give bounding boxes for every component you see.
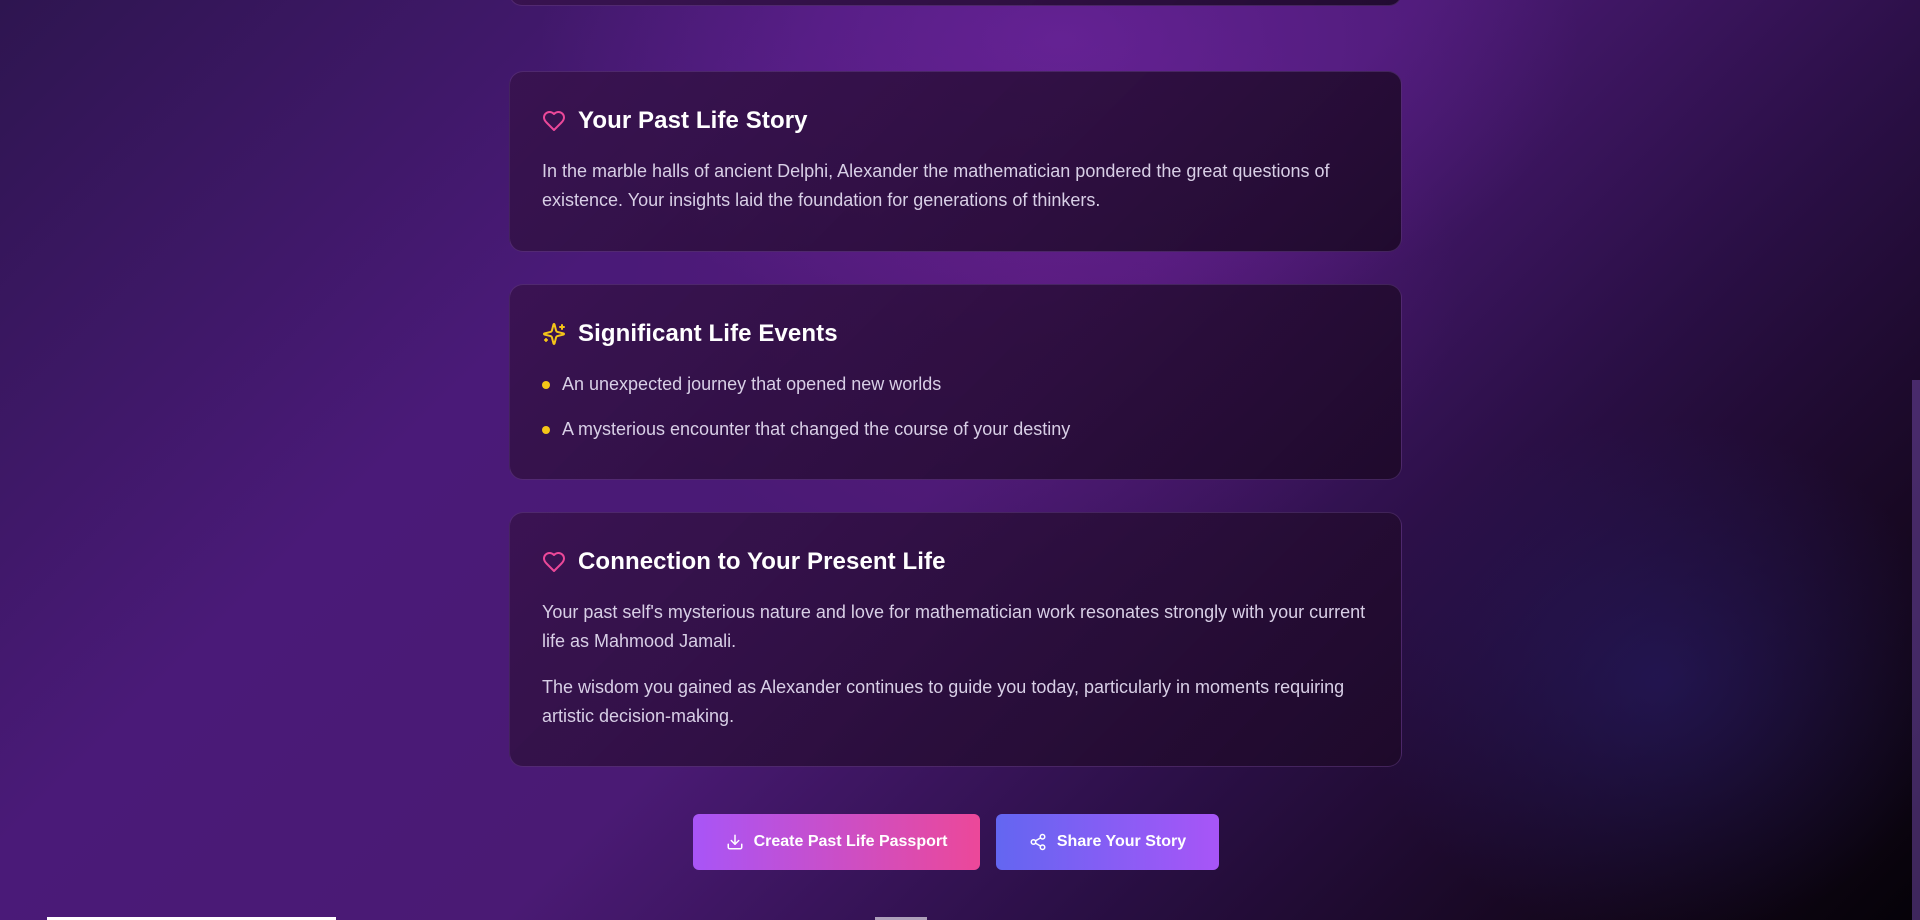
present-text: Your past self's mysterious nature and l… [542,598,1369,731]
bullet-dot [542,425,550,434]
sparkles-icon [542,322,566,346]
present-paragraph: Your past self's mysterious nature and l… [542,602,1366,651]
card-title: Connection to Your Present Life [578,548,946,575]
heart-icon [542,109,566,133]
past-life-story-card: Your Past Life Story In the marble halls… [509,71,1402,252]
life-events-card: Significant Life Events An unexpected jo… [509,284,1402,480]
previous-card [509,0,1402,6]
button-label: Create Past Life Passport [753,833,948,850]
event-text: An unexpected journey that opened new wo… [562,374,942,394]
button-label: Share Your Story [1056,833,1187,850]
event-text: A mysterious encounter that changed the … [562,419,1071,439]
present-life-connection-card: Connection to Your Present Life Your pas… [509,512,1402,767]
card-header: Connection to Your Present Life [542,546,1369,578]
share-icon [1029,833,1047,851]
card-header: Your Past Life Story [542,105,1369,137]
action-buttons: Create Past Life Passport Share Your Sto… [693,814,1219,870]
present-paragraph: The wisdom you gained as Alexander conti… [542,677,1345,726]
card-title: Significant Life Events [578,320,838,347]
story-text: In the marble halls of ancient Delphi, A… [542,157,1369,215]
events-list: An unexpected journey that opened new wo… [542,370,1369,444]
story-paragraph: In the marble halls of ancient Delphi, A… [542,161,1330,210]
heart-icon [542,550,566,574]
page: Your Past Life Story In the marble halls… [0,0,1920,920]
download-icon [726,833,744,851]
share-story-button[interactable]: Share Your Story [996,814,1219,870]
card-header: Significant Life Events [542,318,1369,350]
card-title: Your Past Life Story [578,107,808,134]
list-item: An unexpected journey that opened new wo… [542,370,1369,399]
list-item: A mysterious encounter that changed the … [542,415,1369,444]
scrollbar[interactable] [1912,380,1920,920]
create-passport-button[interactable]: Create Past Life Passport [693,814,980,870]
bullet-dot [542,380,550,389]
